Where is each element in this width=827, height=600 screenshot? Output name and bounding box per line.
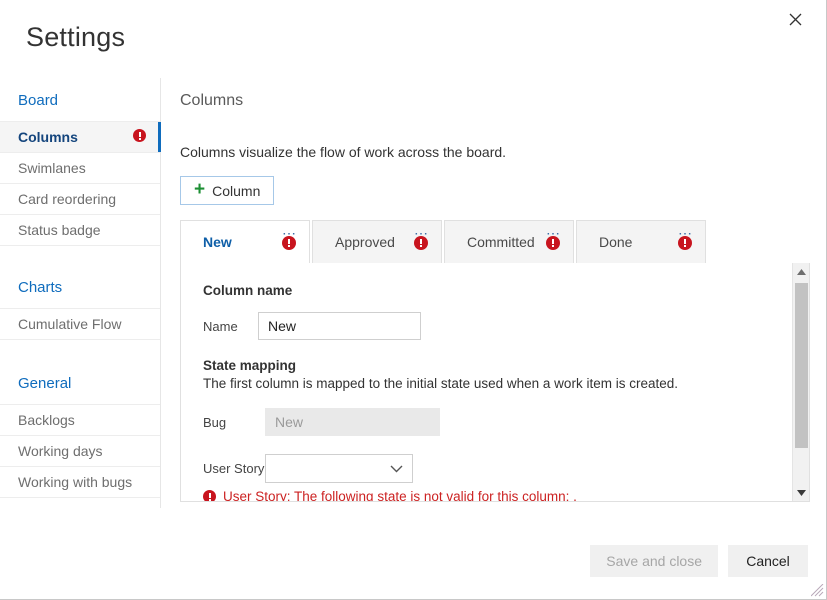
sidebar-item-label: Working with bugs [18,474,133,490]
sidebar-item-working-with-bugs[interactable]: Working with bugs [0,466,160,497]
tab-label: Done [599,234,633,250]
add-column-label: Column [212,182,261,199]
close-icon [789,13,802,26]
sidebar-item-label: Swimlanes [18,160,86,176]
validation-error-text: User Story: The following state is not v… [223,489,577,502]
validation-error-message: User Story: The following state is not v… [203,489,809,502]
user-story-field-row: User Story [203,454,809,483]
error-icon [203,490,216,501]
page-title: Columns [180,92,244,109]
scroll-down-arrow-icon[interactable] [793,484,809,501]
name-input[interactable] [258,312,421,340]
name-field-row: Name [203,312,809,340]
tab-approved[interactable]: Approved ⋯ [312,220,442,264]
tab-committed[interactable]: Committed ⋯ [444,220,574,264]
sidebar-item-label: Working days [18,443,103,459]
tab-error-icon [546,236,560,255]
column-tabs: New ⋯ Approved ⋯ Committed ⋯ Done ⋯ [180,220,810,264]
user-story-state-select[interactable] [265,454,413,483]
sidebar-heading-board: Board [18,92,59,109]
tab-label: Committed [467,234,535,250]
sidebar-item-label: Cumulative Flow [18,316,122,332]
sidebar-item-working-days[interactable]: Working days [0,435,160,466]
state-mapping-description: The first column is mapped to the initia… [203,376,678,391]
settings-dialog: Settings Board Columns Swimlanes Card re… [0,0,827,600]
close-button[interactable] [780,4,810,34]
sidebar-item-label: Status badge [18,222,101,238]
add-column-button[interactable]: + Column [180,176,275,205]
sidebar-item-columns[interactable]: Columns [0,121,161,152]
tab-error-icon [414,236,428,255]
sidebar-item-card-reordering[interactable]: Card reordering [0,183,160,214]
tab-label: Approved [335,234,395,250]
save-and-close-button[interactable]: Save and close [590,545,718,577]
settings-sidebar: Board Columns Swimlanes Card reordering … [0,78,161,517]
bug-label: Bug [203,414,227,430]
sidebar-error-icon [133,129,146,145]
chevron-down-icon [390,464,403,473]
sidebar-item-cumulative-flow[interactable]: Cumulative Flow [0,308,160,339]
name-label: Name [203,318,238,334]
user-story-label: User Story [203,461,265,476]
tab-new[interactable]: New ⋯ [180,220,310,264]
state-mapping-heading: State mapping [203,358,297,373]
tab-done[interactable]: Done ⋯ [576,220,706,264]
sidebar-divider [0,245,160,265]
tab-error-icon [282,236,296,255]
resize-grip[interactable] [810,583,824,597]
sidebar-item-label: Card reordering [18,191,117,207]
page-description: Columns visualize the flow of work acros… [180,144,507,160]
column-settings-panel: Column name Name State mapping The first… [180,263,810,502]
sidebar-divider [0,339,160,359]
scroll-up-arrow-icon[interactable] [793,263,809,280]
main-content: Columns Columns visualize the flow of wo… [180,92,810,502]
plus-icon: + [194,179,206,200]
panel-scrollbar[interactable] [792,263,809,501]
bug-field-row: Bug [203,408,809,436]
sidebar-item-backlogs[interactable]: Backlogs [0,404,160,435]
sidebar-item-label: Columns [18,129,78,145]
sidebar-bottom-divider [0,497,160,517]
column-name-heading: Column name [203,283,293,298]
bug-state-input [265,408,440,436]
dialog-title: Settings [26,22,126,52]
tab-error-icon [678,236,692,255]
sidebar-item-swimlanes[interactable]: Swimlanes [0,152,160,183]
sidebar-item-status-badge[interactable]: Status badge [0,214,160,245]
sidebar-heading-general: General [18,375,72,392]
cancel-button[interactable]: Cancel [728,545,808,577]
tab-label: New [203,234,232,250]
scrollbar-thumb[interactable] [795,283,808,448]
dialog-footer: Save and close Cancel [590,545,808,577]
sidebar-heading-charts: Charts [18,279,63,296]
sidebar-item-label: Backlogs [18,412,75,428]
